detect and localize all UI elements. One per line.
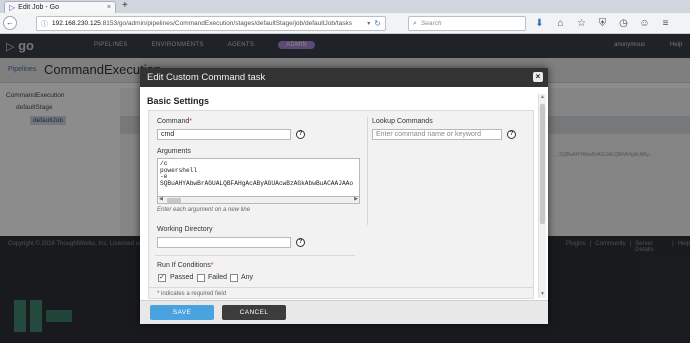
search-placeholder: Search — [420, 20, 442, 27]
arguments-hscrollbar[interactable]: ◀ ▶ — [157, 196, 360, 204]
lookup-help-icon[interactable]: ? — [507, 130, 516, 139]
tab-title: Edit Job - Go — [18, 4, 60, 11]
working-directory-help-icon[interactable]: ? — [296, 238, 305, 247]
close-icon[interactable]: × — [533, 72, 543, 82]
browser-tab[interactable]: ▷ Edit Job - Go × — [4, 1, 116, 13]
browser-search-box[interactable]: ⌕ Search — [408, 16, 526, 31]
browser-nav-bar: ← ⓘ 192.168.230.125:8153/go/admin/pipeli… — [0, 13, 690, 34]
watermark-logo — [14, 300, 72, 332]
argument-line: SQBuAHYAbwBrAGUALQBFAHgAcAByAGUAcwBzAGkA… — [160, 179, 354, 187]
scroll-thumb[interactable] — [540, 104, 545, 224]
save-button[interactable]: SAVE — [150, 305, 214, 320]
globe-icon: ⓘ — [41, 20, 48, 28]
command-label: Command* — [157, 118, 193, 125]
cancel-button[interactable]: CANCEL — [222, 305, 286, 320]
url-text: 192.168.230.125:8153/go/admin/pipelines/… — [52, 20, 352, 27]
passed-label: Passed — [170, 274, 194, 281]
column-divider — [367, 117, 368, 225]
shield-icon[interactable]: ⛨ — [597, 16, 608, 31]
new-tab-icon[interactable]: + — [122, 0, 128, 12]
smiley-icon[interactable]: ☺ — [639, 16, 650, 31]
divider — [155, 255, 355, 256]
scroll-down-icon[interactable]: ▼ — [539, 291, 546, 298]
home-icon[interactable]: ⌂ — [555, 16, 566, 31]
bookmark-star-icon[interactable]: ☆ — [576, 16, 587, 31]
hscroll-thumb[interactable] — [167, 198, 181, 203]
menu-icon[interactable]: ≡ — [660, 16, 671, 31]
toolbar-icons: ⬇ ⌂ ☆ ⛨ ◷ ☺ ≡ — [534, 16, 671, 31]
working-directory-label: Working Directory — [157, 226, 213, 233]
search-icon: ⌕ — [413, 19, 417, 27]
section-title: Basic Settings — [147, 96, 210, 106]
command-help-icon[interactable]: ? — [296, 130, 305, 139]
working-directory-input[interactable] — [157, 237, 291, 248]
go-favicon-icon: ▷ — [9, 3, 16, 12]
passed-checkbox[interactable]: ✓ — [158, 274, 166, 282]
reload-icon[interactable]: ↻ — [374, 19, 381, 28]
failed-checkbox[interactable] — [197, 274, 205, 282]
task-form: Command* cmd ? Arguments /c powershell -… — [148, 110, 534, 299]
lookup-commands-input[interactable]: Enter command name or keyword — [372, 129, 502, 140]
failed-label: Failed — [208, 274, 228, 281]
tab-close-icon[interactable]: × — [107, 4, 111, 11]
edit-task-modal: Edit Custom Command task × Basic Setting… — [140, 68, 548, 324]
modal-footer: SAVE CANCEL — [140, 300, 548, 324]
url-dropdown-icon[interactable]: ▾ — [367, 20, 370, 27]
scroll-right-icon[interactable]: ▶ — [354, 196, 358, 202]
history-icon[interactable]: ◷ — [618, 16, 629, 31]
address-bar[interactable]: ⓘ 192.168.230.125:8153/go/admin/pipeline… — [36, 16, 386, 31]
arguments-label: Arguments — [157, 148, 191, 155]
modal-header: Edit Custom Command task × — [140, 68, 548, 87]
command-input[interactable]: cmd — [157, 129, 291, 140]
any-checkbox[interactable] — [230, 274, 238, 282]
run-if-label: Run If Conditions* — [157, 262, 214, 269]
download-icon[interactable]: ⬇ — [534, 16, 545, 31]
any-label: Any — [241, 274, 254, 281]
arguments-hint: Enter each argument on a new line — [157, 207, 251, 213]
browser-tab-bar: ▷ Edit Job - Go × + — [0, 0, 690, 13]
modal-scrollbar[interactable]: ▲ ▼ — [538, 94, 546, 298]
scroll-left-icon[interactable]: ◀ — [159, 196, 163, 202]
back-arrow-icon[interactable]: ← — [3, 16, 17, 30]
divider — [149, 287, 533, 288]
scroll-up-icon[interactable]: ▲ — [539, 94, 546, 101]
lookup-commands-label: Lookup Commands — [372, 118, 433, 125]
modal-title: Edit Custom Command task — [147, 72, 266, 83]
required-note: * indicates a required field — [157, 291, 227, 297]
